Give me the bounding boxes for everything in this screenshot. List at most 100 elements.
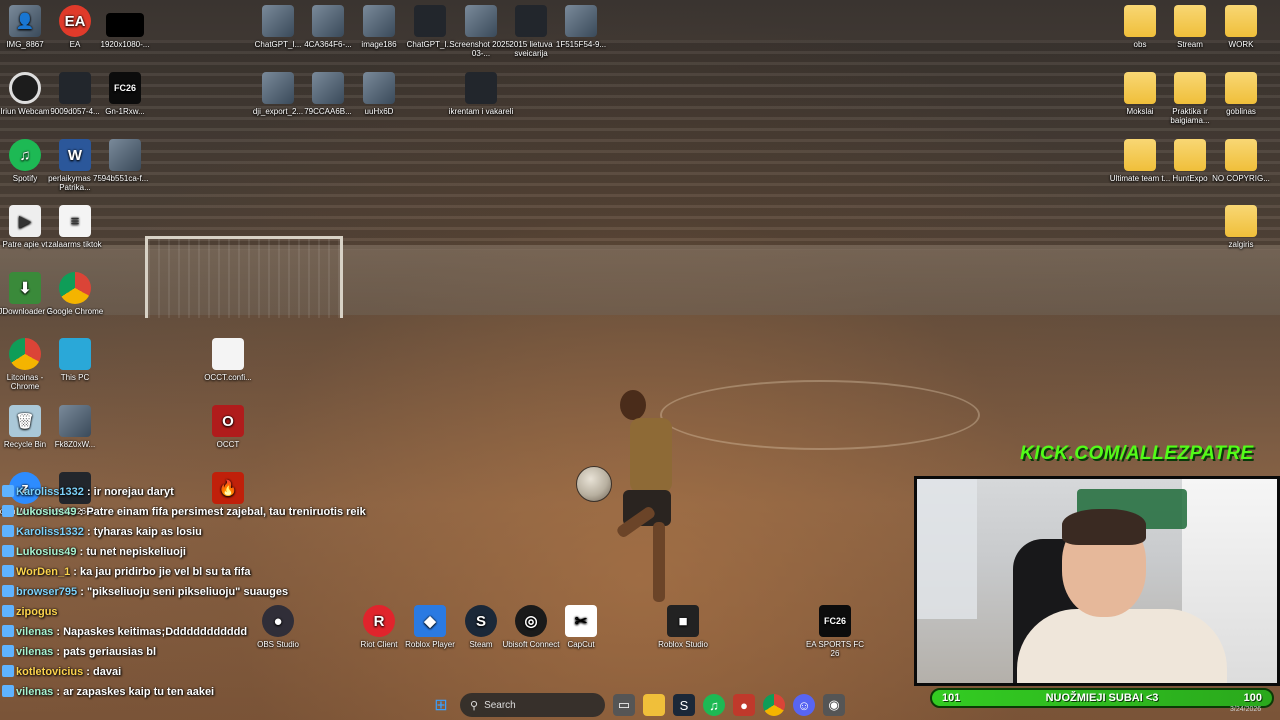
desktop-icon-chrome[interactable]: Google Chrome: [42, 272, 108, 316]
desktop-icon-black[interactable]: 1920x1080-...: [92, 5, 158, 49]
desktop-icon-label: Fk8Z0xW...: [54, 440, 96, 449]
desktop-icon-label: zalaarms tiktok: [48, 240, 102, 249]
chat-separator: :: [83, 486, 94, 498]
webcam-overlay: [914, 476, 1280, 686]
huntexpo-icon: [1174, 139, 1206, 171]
obs-taskbar-icon[interactable]: ◉: [823, 694, 845, 716]
fk8-icon: [59, 405, 91, 437]
chat-text: ir norejau daryt: [93, 486, 174, 498]
thispc-icon: [59, 338, 91, 370]
easports-icon: FC26: [819, 605, 851, 637]
chat-username[interactable]: Lukosius49: [16, 546, 77, 558]
desktop-icon-thispc[interactable]: This PC: [42, 338, 108, 382]
desktop-icon-zalaarms[interactable]: ≡ zalaarms tiktok: [42, 205, 108, 249]
occtconf-icon: [212, 338, 244, 370]
desktop-icon-goblinas[interactable]: goblinas: [1208, 72, 1274, 116]
desktop-icon-label: Gn-1Rxw...: [105, 107, 145, 116]
desktop-icon-ikrentam[interactable]: ikrentam i vakareli: [448, 72, 514, 116]
desktop-icon-label: 1920x1080-...: [100, 40, 150, 49]
chat-username[interactable]: Lukosius49: [16, 506, 77, 518]
chat-separator: :: [53, 686, 64, 698]
desktop-icon-label: OCCT.confi...: [204, 373, 252, 382]
stream-icon: [1174, 5, 1206, 37]
chat-text: ar zapaskes kaip tu ten aakei: [63, 686, 215, 698]
chrome-taskbar-icon[interactable]: [763, 694, 785, 716]
steam-taskbar-icon[interactable]: S: [673, 694, 695, 716]
desktop-icon-label: 94b551ca-f...: [101, 174, 149, 183]
chat-text: tyharas kaip as losiu: [93, 526, 202, 538]
work-icon: [1225, 5, 1257, 37]
chat-username[interactable]: vilenas: [16, 626, 53, 638]
spotify-taskbar-icon[interactable]: ♫: [703, 694, 725, 716]
iriun-icon: [9, 72, 41, 104]
ea-icon: EA: [59, 5, 91, 37]
desktop-icon-uuhx[interactable]: uuHx6D: [346, 72, 412, 116]
desktop-icon-fk8[interactable]: Fk8Z0xW...: [42, 405, 108, 449]
ubisoft-icon: ◎: [515, 605, 547, 637]
patre-icon: ▶: [9, 205, 41, 237]
desktop-icon-nocopy[interactable]: NO COPYRIG...: [1208, 139, 1274, 183]
chat-username[interactable]: Karoliss1332: [16, 486, 84, 498]
windows-start-icon[interactable]: ⊞: [430, 694, 452, 716]
chat-badge-icon: [2, 625, 14, 637]
desktop-icon-label: zalgiris: [1228, 240, 1254, 249]
desktop-icon-work[interactable]: WORK: [1208, 5, 1274, 49]
chat-text: ka jau pridirbo jie vel bl su ta fifa: [79, 566, 251, 578]
desktop-icon-label: WORK: [1228, 40, 1254, 49]
desktop-icon-occtconf[interactable]: OCCT.confi...: [195, 338, 261, 382]
lietuva-icon: [515, 5, 547, 37]
desktop-icon-robloxs[interactable]: ■ Roblox Studio: [650, 605, 716, 649]
desktop-icon-zalgiris[interactable]: zalgiris: [1208, 205, 1274, 249]
desktop-icon-occt[interactable]: O OCCT: [195, 405, 261, 449]
chat-username[interactable]: vilenas: [16, 646, 53, 658]
desktop-icon-capcut[interactable]: ✂ CapCut: [548, 605, 614, 649]
sub-goal-bar: 101 NUOŽMIEJI SUBAI <3 100: [930, 688, 1274, 708]
desktop-icon-gn1[interactable]: FC26 Gn-1Rxw...: [92, 72, 158, 116]
desktop-icon-label: uuHx6D: [364, 107, 394, 116]
chat-username[interactable]: vilenas: [16, 686, 53, 698]
zalaarms-icon: ≡: [59, 205, 91, 237]
1f515-icon: [565, 5, 597, 37]
app-taskbar-icon[interactable]: ●: [733, 694, 755, 716]
chat-separator: :: [83, 666, 94, 678]
praktika-icon: [1174, 72, 1206, 104]
desktop-icon-easports[interactable]: FC26 EA SPORTS FC 26: [802, 605, 868, 658]
steam-icon: S: [465, 605, 497, 637]
chat-username[interactable]: Karoliss1332: [16, 526, 84, 538]
file-explorer-icon[interactable]: [643, 694, 665, 716]
chat-text: Patre einam fifa persimest zajebal, tau …: [86, 506, 366, 518]
ultimate-icon: [1124, 139, 1156, 171]
chat-username[interactable]: browser795: [16, 586, 77, 598]
nocopy-icon: [1225, 139, 1257, 171]
chatgpt2-icon: [414, 5, 446, 37]
chat-separator: :: [77, 586, 87, 598]
sub-goal-target: 100: [1243, 692, 1262, 704]
desktop-icon-label: OCCT: [216, 440, 240, 449]
black-icon: [106, 13, 144, 37]
chat-username[interactable]: kotletovicius: [16, 666, 83, 678]
chat-separator: :: [53, 626, 64, 638]
desktop-icon-94b[interactable]: 94b551ca-f...: [92, 139, 158, 183]
chat-badge-icon: [2, 645, 14, 657]
chat-badge-icon: [2, 545, 14, 557]
zalgiris-icon: [1225, 205, 1257, 237]
79c-icon: [312, 72, 344, 104]
chat-message: zipogus: [2, 602, 302, 622]
mokslai-icon: [1124, 72, 1156, 104]
discord-taskbar-icon[interactable]: ☺: [793, 694, 815, 716]
litcoinas-icon: [9, 338, 41, 370]
search-placeholder: Search: [484, 699, 516, 711]
chat-badge-icon: [2, 585, 14, 597]
chat-message: Lukosius49 : Patre einam fifa persimest …: [2, 502, 366, 522]
taskbar-search[interactable]: ⚲ Search: [460, 693, 605, 717]
chatgpt1-icon: [262, 5, 294, 37]
chat-username[interactable]: zipogus: [16, 606, 58, 618]
desktop-icon-1f515[interactable]: 1F515F54-9...: [548, 5, 614, 49]
chat-text: davai: [93, 666, 122, 678]
chat-badge-icon: [2, 685, 14, 697]
task-view-icon[interactable]: ▭: [613, 694, 635, 716]
chat-message: kotletovicius : davai: [2, 662, 302, 682]
spotify-icon: ♫: [9, 139, 41, 171]
chat-username[interactable]: WorDen_1: [16, 566, 70, 578]
gn1-icon: FC26: [109, 72, 141, 104]
